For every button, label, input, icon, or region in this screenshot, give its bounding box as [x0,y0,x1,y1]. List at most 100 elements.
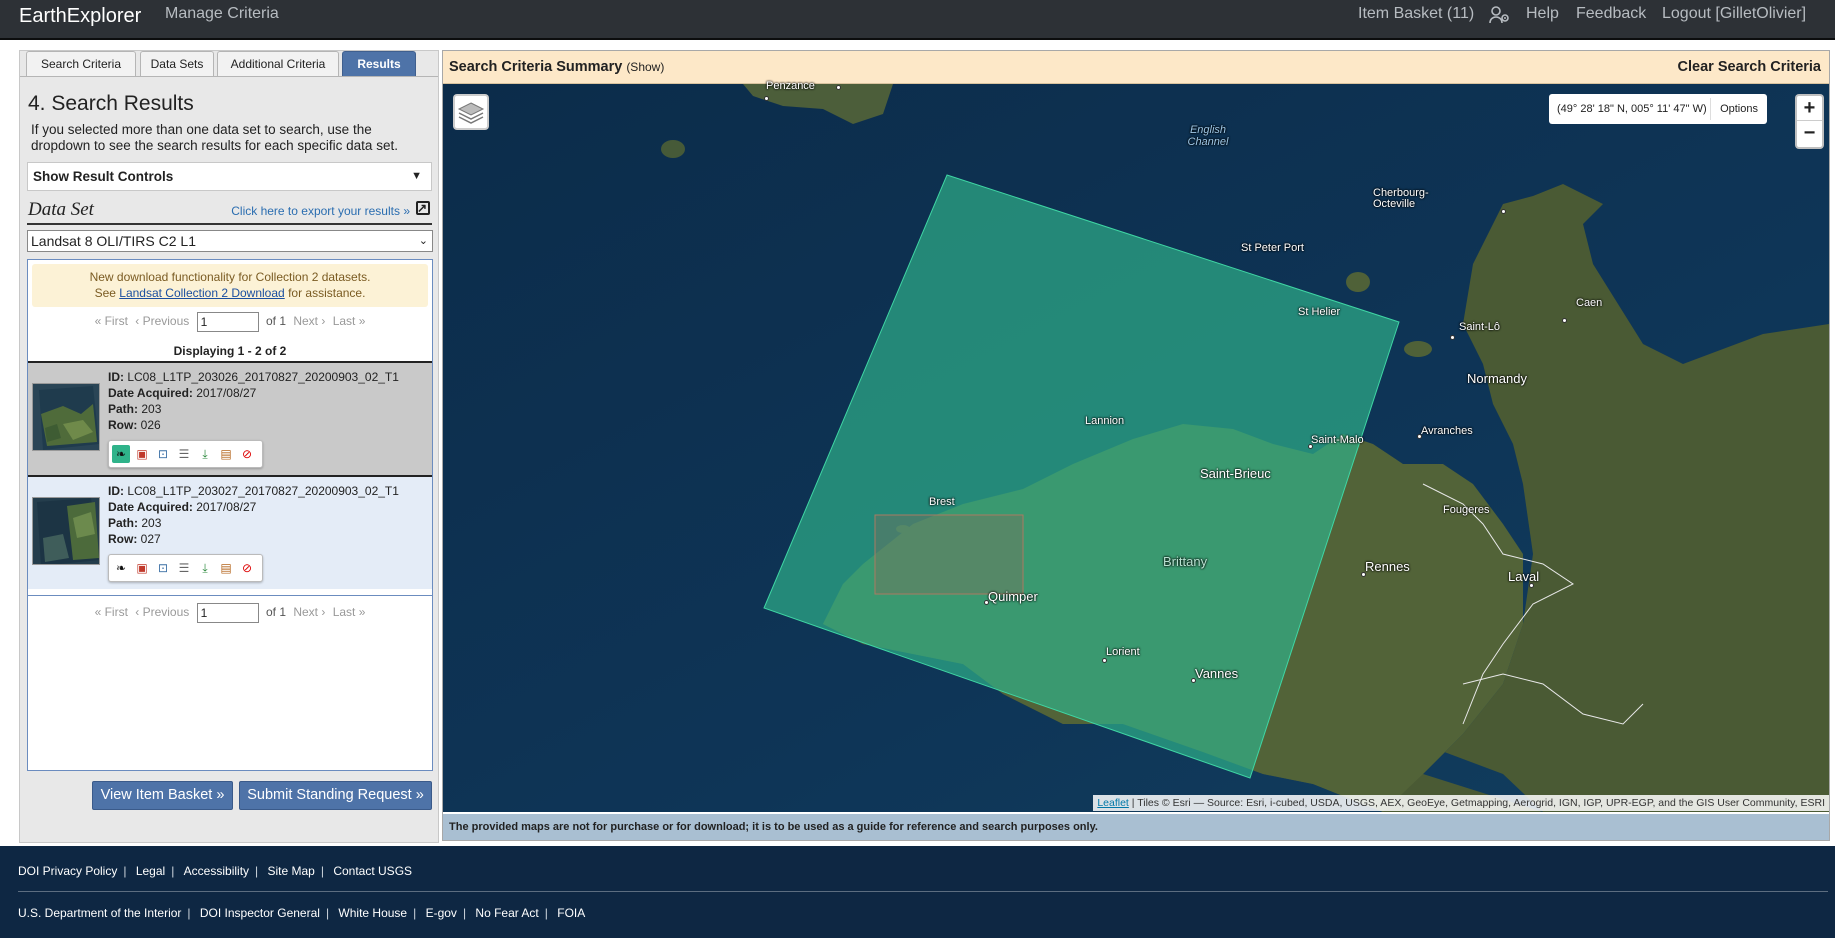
map-label-quimper: Quimper [988,589,1038,604]
map-label-caen: Caen [1576,297,1603,309]
map-canvas[interactable]: Penzance English Channel Cherbourg-Octev… [443,80,1829,812]
pager-next[interactable]: Next › [293,605,325,619]
external-link-icon[interactable]: ↗ [416,201,430,215]
coordinate-text: (49° 28' 18" N, 005° 11' 47" W) [1557,103,1707,115]
map-options-button[interactable]: Options [1710,98,1767,120]
export-results-link[interactable]: Click here to export your results » [231,204,410,218]
map-label-saint-lo: Saint-Lô [1459,321,1500,333]
download-icon[interactable]: ⤓ [196,445,214,463]
exclude-scene-icon[interactable]: ⊘ [238,445,256,463]
map-label-fougeres: Fougeres [1443,504,1490,516]
compare-browse-icon[interactable]: ⊡ [154,559,172,577]
tab-data-sets[interactable]: Data Sets [140,51,214,76]
clear-search-criteria-button[interactable]: Clear Search Criteria [1678,59,1821,75]
view-item-basket-button[interactable]: View Item Basket » [92,781,233,810]
logout-link[interactable]: Logout [GilletOlivier] [1662,5,1806,23]
submit-standing-request-button[interactable]: Submit Standing Request » [239,781,432,810]
collection2-download-link[interactable]: Landsat Collection 2 Download [119,286,284,300]
map-dot [1450,335,1455,340]
tab-additional-criteria[interactable]: Additional Criteria [217,51,339,76]
layers-control-icon[interactable] [453,94,489,130]
map-label-vannes: Vannes [1195,666,1239,681]
leaflet-link[interactable]: Leaflet [1097,797,1129,809]
help-link[interactable]: Help [1526,5,1559,23]
page-title: 4. Search Results [28,92,194,115]
manage-criteria-link[interactable]: Manage Criteria [165,5,279,23]
footer-link-legal[interactable]: Legal [136,864,165,878]
map-dot [1417,434,1422,439]
date-acquired: 2017/08/27 [196,500,257,514]
footer-link-egov[interactable]: E-gov [426,906,457,920]
scene-thumbnail[interactable] [32,497,100,565]
site-footer: DOI Privacy Policy | Legal | Accessibility… [0,846,1835,938]
map-label-normandy: Normandy [1467,371,1527,386]
footer-link-privacy[interactable]: DOI Privacy Policy [18,864,117,878]
scene-id: LC08_L1TP_203027_20170827_20200903_02_T1 [127,484,399,498]
footer-link-accessibility[interactable]: Accessibility [184,864,249,878]
brand-logo[interactable]: EarthExplorer [19,5,141,28]
row-value: 026 [140,418,161,432]
metadata-icon[interactable]: ☰ [175,445,193,463]
add-to-basket-icon[interactable]: ▤ [217,559,235,577]
footer-link-nofear[interactable]: No Fear Act [475,906,538,920]
pager-previous[interactable]: ‹ Previous [135,605,189,619]
map-disclaimer: The provided maps are not for purchase o… [443,812,1829,840]
compare-browse-icon[interactable]: ⊡ [154,445,172,463]
browse-overlay-icon[interactable]: ▣ [133,445,151,463]
summary-title[interactable]: Search Criteria Summary (Show) [449,59,664,75]
download-icon[interactable]: ⤓ [196,559,214,577]
footer-link-whitehouse[interactable]: White House [338,906,407,920]
footer-link-inspector[interactable]: DOI Inspector General [200,906,320,920]
exclude-scene-icon[interactable]: ⊘ [238,559,256,577]
pager-previous[interactable]: ‹ Previous [135,314,189,328]
footer-link-sitemap[interactable]: Site Map [268,864,315,878]
footer-link-foia[interactable]: FOIA [557,906,585,920]
zoom-in-button[interactable]: + [1797,96,1822,121]
result-action-bar: ❧ ▣ ⊡ ☰ ⤓ ▤ ⊘ [108,440,263,468]
show-result-controls-toggle[interactable]: Show Result Controls ▼ [27,162,432,191]
page-number-input[interactable]: 1 [196,602,259,623]
map-panel: Search Criteria Summary (Show) Clear Sea… [442,50,1830,841]
map-label-lorient: Lorient [1106,646,1140,658]
footer-sep: | [320,864,324,878]
tab-search-criteria[interactable]: Search Criteria [26,51,136,76]
result-item[interactable]: ID: LC08_L1TP_203026_20170827_20200903_0… [28,361,432,475]
feedback-link[interactable]: Feedback [1576,5,1646,23]
page-number-input[interactable]: 1 [196,311,259,332]
pager-next[interactable]: Next › [293,314,325,328]
map-label-st-peter-port: St Peter Port [1241,242,1304,254]
row-label: Row: [108,418,138,432]
item-basket-link[interactable]: Item Basket (11) [1358,5,1474,23]
pager-first[interactable]: « First [95,605,128,619]
dataset-selected-value: Landsat 8 OLI/TIRS C2 L1 [31,233,196,249]
footprint-icon[interactable]: ❧ [112,445,130,463]
pager-last[interactable]: Last » [333,314,366,328]
caret-down-icon: ▼ [411,170,422,182]
notice-line1: New download functionality for Collectio… [89,270,371,284]
add-to-basket-icon[interactable]: ▤ [217,445,235,463]
result-item[interactable]: ID: LC08_L1TP_203027_20170827_20200903_0… [28,475,432,589]
page-of-label: of 1 [265,605,286,619]
user-settings-icon[interactable] [1489,6,1511,29]
dataset-label: Data Set [28,199,94,220]
dataset-select[interactable]: Landsat 8 OLI/TIRS C2 L1 ⌄ [27,230,433,252]
id-label: ID: [108,370,124,384]
top-navbar: EarthExplorer Manage Criteria Item Baske… [0,0,1835,40]
footer-link-doi[interactable]: U.S. Department of the Interior [18,906,181,920]
map-dot [1529,583,1534,588]
summary-show-link[interactable]: (Show) [626,60,664,74]
tab-divider [20,76,438,77]
pager-last[interactable]: Last » [333,605,366,619]
map-label-saint-brieuc: Saint-Brieuc [1200,466,1271,481]
footer-links-row2: U.S. Department of the Interior | DOI Ins… [18,906,591,920]
scene-thumbnail[interactable] [32,383,100,451]
footer-link-contact[interactable]: Contact USGS [333,864,412,878]
metadata-icon[interactable]: ☰ [175,559,193,577]
browse-overlay-icon[interactable]: ▣ [133,559,151,577]
tab-results[interactable]: Results [342,51,416,76]
notice-after: for assistance. [288,286,366,300]
zoom-out-button[interactable]: − [1797,121,1822,146]
pager-first[interactable]: « First [95,314,128,328]
date-acquired: 2017/08/27 [196,386,257,400]
footprint-icon[interactable]: ❧ [112,559,130,577]
